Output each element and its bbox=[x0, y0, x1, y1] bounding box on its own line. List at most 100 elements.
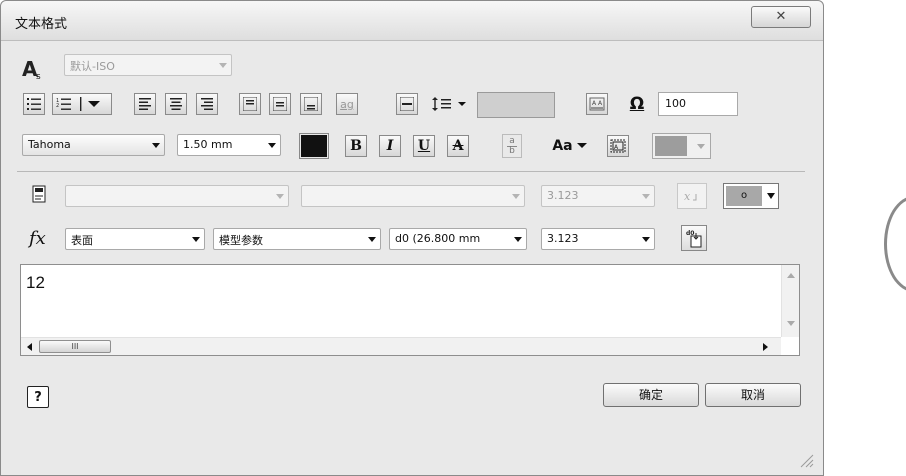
align-center-icon bbox=[170, 98, 182, 110]
italic-button[interactable]: I bbox=[379, 135, 401, 157]
background-circle-fragment bbox=[884, 196, 906, 292]
insert-symbol-button[interactable]: Ω bbox=[625, 93, 649, 115]
parameter-name-select[interactable] bbox=[301, 185, 525, 207]
scroll-left-icon[interactable] bbox=[27, 343, 32, 351]
insert-parameter-button[interactable]: 𝑥 bbox=[677, 183, 707, 209]
title-bar: 文本格式 ✕ bbox=[1, 1, 823, 41]
background-mask-icon: A bbox=[610, 139, 626, 153]
width-factor-value: 100 bbox=[665, 97, 686, 110]
underline-button[interactable]: U bbox=[413, 135, 435, 157]
text-on-line-button[interactable]: ag bbox=[336, 93, 358, 115]
chevron-down-icon bbox=[642, 237, 650, 242]
text-on-line-label: ag bbox=[340, 97, 354, 111]
text-color-swatch bbox=[301, 135, 327, 157]
horizontal-scrollbar[interactable]: III bbox=[21, 337, 781, 355]
line-spacing-dropdown[interactable] bbox=[431, 93, 471, 115]
fx-icon: fx bbox=[29, 228, 46, 249]
insert-model-parameter-icon: d0 bbox=[686, 230, 702, 248]
symbol-swatch: o bbox=[726, 186, 762, 206]
scroll-thumb[interactable]: III bbox=[39, 340, 111, 353]
source-value: 表面 bbox=[71, 234, 93, 247]
numbered-list-dropdown[interactable]: 12 bbox=[52, 93, 112, 115]
scroll-right-icon[interactable] bbox=[763, 343, 768, 351]
parameter-type-value: 模型参数 bbox=[219, 234, 263, 247]
section-divider bbox=[17, 171, 805, 172]
source-select[interactable]: 表面 bbox=[65, 228, 205, 250]
text-color-button[interactable] bbox=[299, 133, 329, 159]
font-size-select[interactable]: 1.50 mm bbox=[177, 134, 281, 156]
omega-icon: Ω bbox=[629, 94, 645, 114]
align-center-button[interactable] bbox=[165, 93, 187, 115]
background-mask-button[interactable]: A bbox=[607, 135, 629, 157]
parameter-precision-select[interactable]: 3.123 bbox=[541, 185, 655, 207]
bold-button[interactable]: B bbox=[345, 135, 367, 157]
chevron-down-icon bbox=[576, 143, 587, 148]
svg-text:A: A bbox=[592, 100, 597, 107]
scroll-up-icon[interactable] bbox=[787, 273, 795, 278]
mask-color-select[interactable] bbox=[652, 133, 711, 159]
valign-top-icon bbox=[243, 97, 257, 111]
italic-icon: I bbox=[386, 138, 394, 154]
svg-text:2: 2 bbox=[56, 103, 59, 109]
line-spacing-icon bbox=[432, 97, 466, 111]
chevron-down-icon bbox=[697, 144, 705, 149]
parameter-value: d0 (26.800 mm bbox=[395, 232, 481, 245]
chevron-down-icon bbox=[276, 194, 284, 199]
text-style-select[interactable]: 默认-ISO bbox=[64, 54, 232, 76]
bullet-list-icon bbox=[27, 98, 41, 110]
svg-text:A: A bbox=[598, 100, 603, 107]
font-select[interactable]: Tahoma bbox=[22, 134, 165, 156]
help-button[interactable]: ? bbox=[27, 386, 49, 408]
close-icon: ✕ bbox=[775, 9, 787, 24]
chevron-down-icon bbox=[268, 143, 276, 148]
parameter-component-select[interactable] bbox=[65, 185, 289, 207]
precision-select[interactable]: 3.123 bbox=[541, 228, 655, 250]
underline-icon: U bbox=[417, 138, 431, 154]
chevron-down-icon bbox=[192, 237, 200, 242]
change-case-icon: Aa bbox=[552, 138, 573, 154]
bullet-list-button[interactable] bbox=[23, 93, 45, 115]
resize-grip-icon[interactable] bbox=[797, 451, 815, 469]
align-right-button[interactable] bbox=[196, 93, 218, 115]
valign-middle-button[interactable] bbox=[269, 93, 291, 115]
width-factor-input[interactable]: 100 bbox=[658, 92, 738, 116]
chevron-down-icon bbox=[642, 194, 650, 199]
svg-text:𝑥: 𝑥 bbox=[684, 190, 691, 203]
precision-value: 3.123 bbox=[547, 232, 579, 245]
strikethrough-icon: A bbox=[452, 138, 464, 154]
chevron-down-icon bbox=[767, 193, 775, 199]
valign-bottom-button[interactable] bbox=[300, 93, 322, 115]
font-size-value: 1.50 mm bbox=[183, 138, 233, 151]
text-style-icon: As bbox=[21, 56, 47, 82]
stretch-button[interactable]: AA bbox=[586, 93, 608, 115]
align-left-button[interactable] bbox=[134, 93, 156, 115]
insert-model-parameter-button[interactable]: d0 bbox=[681, 225, 707, 251]
line-spacing-value-field[interactable] bbox=[477, 92, 555, 118]
parameter-precision-value: 3.123 bbox=[547, 189, 579, 202]
chevron-down-icon bbox=[512, 194, 520, 199]
parameter-select[interactable]: d0 (26.800 mm bbox=[389, 228, 527, 250]
line-button[interactable] bbox=[396, 93, 418, 115]
stack-fraction-button[interactable]: ab bbox=[502, 134, 522, 158]
align-left-icon bbox=[139, 98, 151, 110]
bold-icon: B bbox=[350, 138, 362, 154]
change-case-dropdown[interactable]: Aa bbox=[549, 135, 591, 157]
scroll-down-icon[interactable] bbox=[787, 321, 795, 326]
text-editor[interactable]: 12 III bbox=[20, 264, 800, 356]
strikethrough-button[interactable]: A bbox=[447, 135, 469, 157]
vertical-scrollbar[interactable] bbox=[781, 265, 799, 337]
valign-top-button[interactable] bbox=[239, 93, 261, 115]
valign-bottom-icon bbox=[304, 97, 318, 111]
close-button[interactable]: ✕ bbox=[751, 6, 811, 28]
chevron-down-icon bbox=[368, 237, 376, 242]
parameter-type-select[interactable]: 模型参数 bbox=[213, 228, 381, 250]
font-value: Tahoma bbox=[28, 138, 71, 151]
editor-text: 12 bbox=[26, 273, 45, 292]
cancel-button[interactable]: 取消 bbox=[705, 383, 801, 407]
fraction-bottom: b bbox=[509, 145, 515, 156]
ok-button[interactable]: 确定 bbox=[603, 383, 699, 407]
align-right-icon bbox=[201, 98, 213, 110]
symbol-select[interactable]: o bbox=[723, 183, 779, 209]
insert-parameter-icon: 𝑥 bbox=[684, 190, 697, 203]
stretch-icon: AA bbox=[589, 97, 605, 111]
